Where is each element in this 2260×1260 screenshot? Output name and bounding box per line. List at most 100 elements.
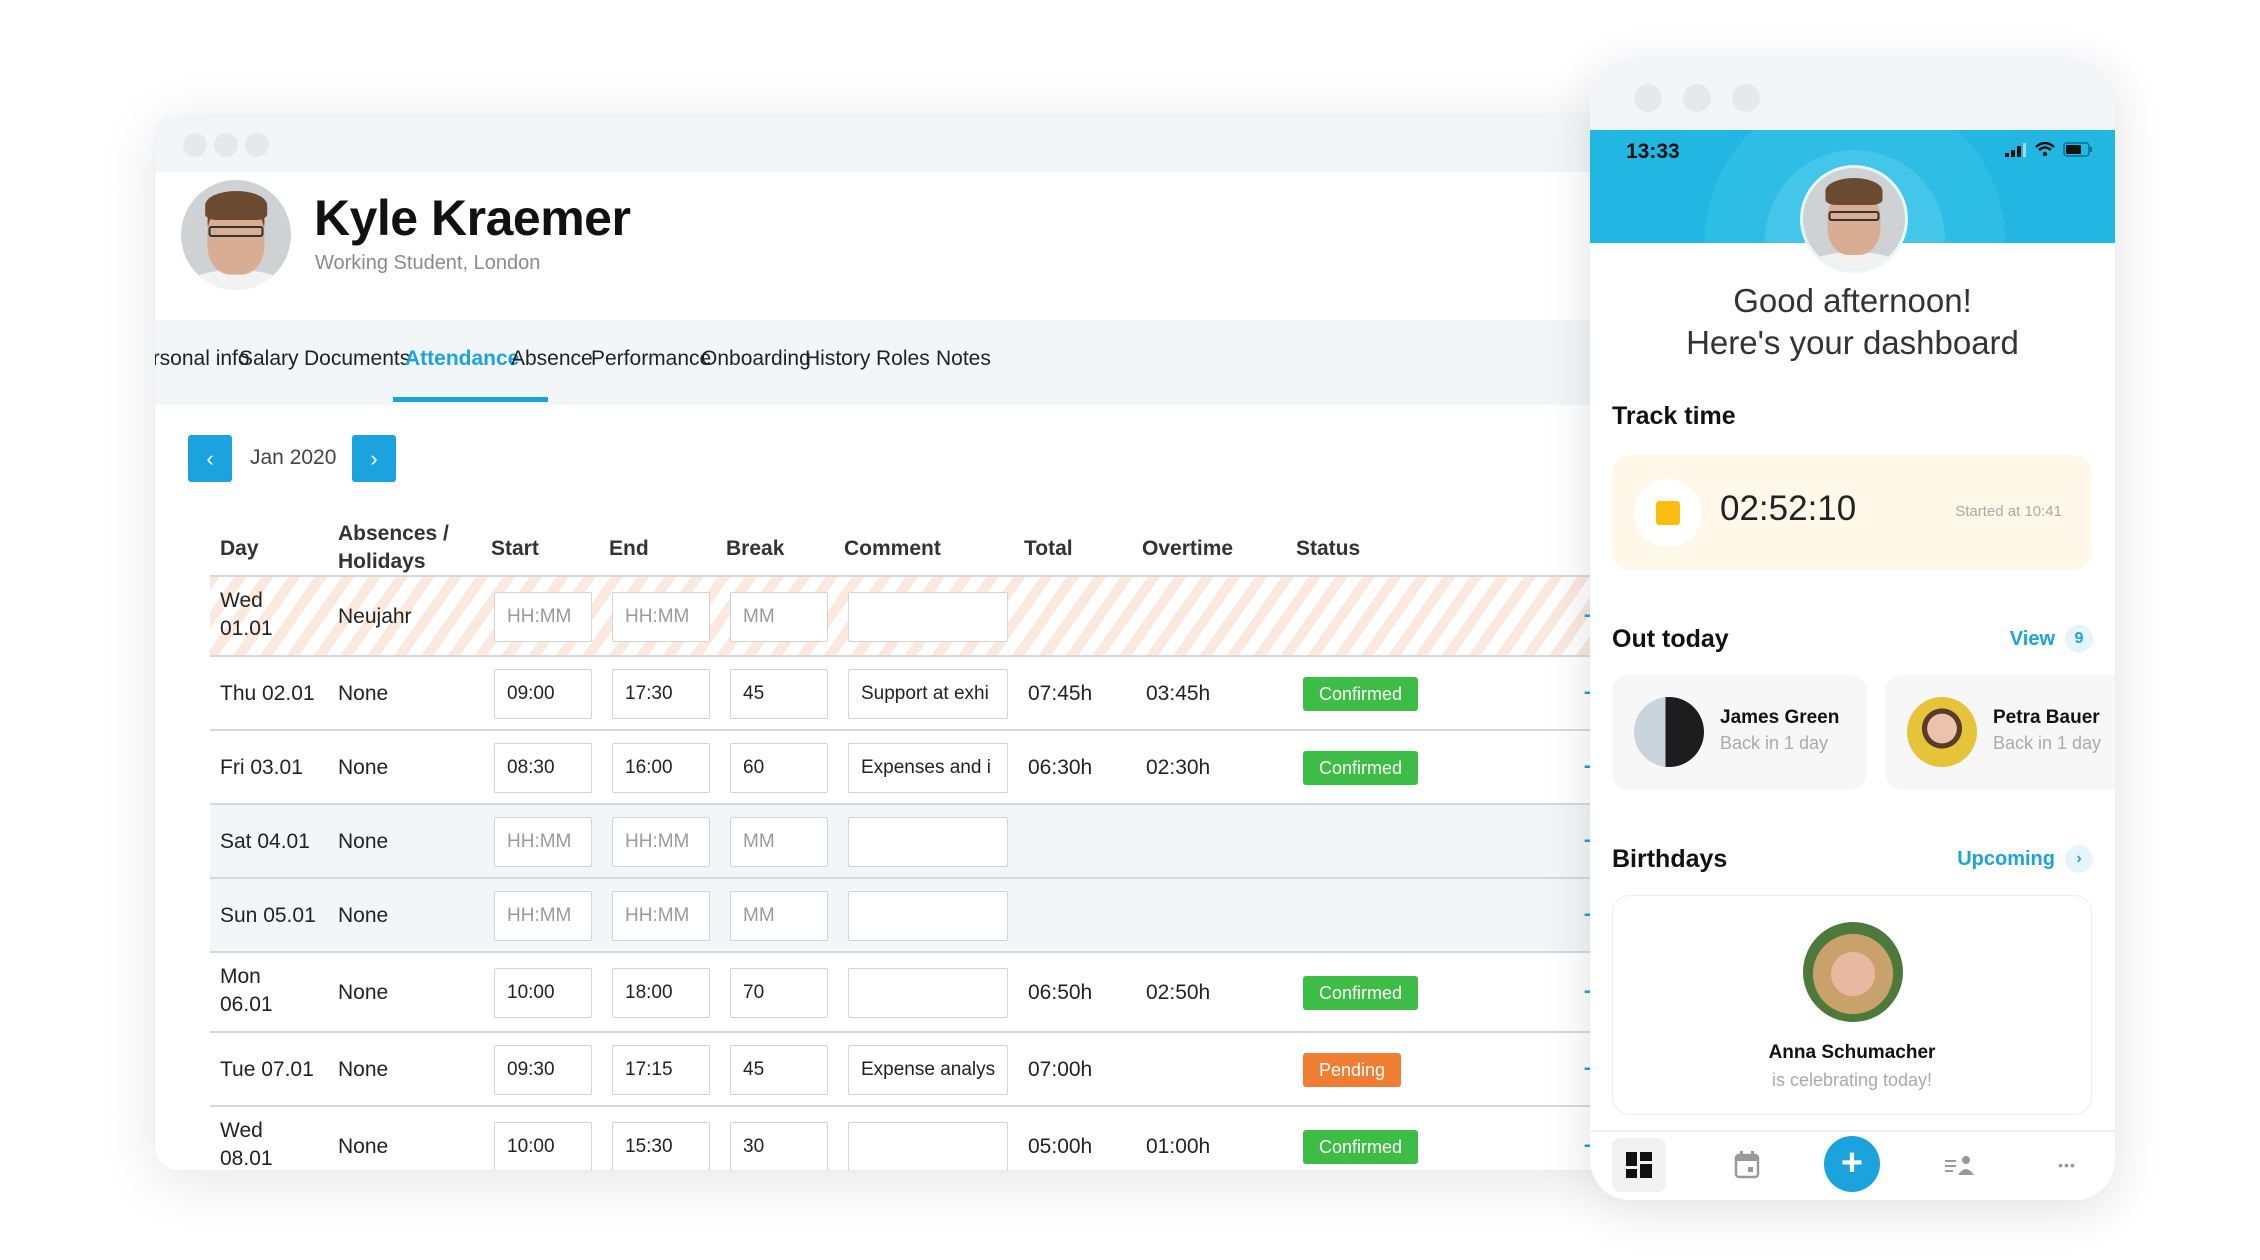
profile-header: Kyle Kraemer Working Student, London: [155, 172, 1615, 320]
row-overtime: 02:30h: [1146, 756, 1211, 779]
phone-dot: [1683, 84, 1711, 112]
break-input[interactable]: MM: [730, 817, 828, 867]
header-overtime: Overtime: [1142, 537, 1234, 560]
end-time-input[interactable]: 15:30: [612, 1122, 710, 1170]
row-absence: None: [338, 1135, 389, 1158]
break-input[interactable]: 60: [730, 743, 828, 793]
tab-roles[interactable]: Roles: [876, 347, 930, 371]
stop-timer-button[interactable]: [1634, 479, 1702, 547]
birthday-avatar: [1803, 922, 1903, 1022]
comment-input[interactable]: [848, 968, 1008, 1018]
status-icons: [2005, 142, 2093, 157]
end-time-input[interactable]: 17:30: [612, 669, 710, 719]
out-person-card[interactable]: James Green Back in 1 day: [1612, 675, 1867, 790]
nav-calendar[interactable]: [1720, 1138, 1774, 1192]
chevron-right-icon: ›: [370, 446, 378, 471]
comment-input[interactable]: Expenses and i: [848, 743, 1008, 793]
chevron-right-icon: ›: [2065, 845, 2093, 873]
status-time: 13:33: [1626, 140, 1680, 163]
end-time-input[interactable]: 17:15: [612, 1045, 710, 1095]
comment-input[interactable]: [848, 1122, 1008, 1170]
out-today-count: 9: [2065, 625, 2093, 653]
tab-attendance[interactable]: Attendance: [405, 347, 519, 371]
break-input[interactable]: 30: [730, 1122, 828, 1170]
comment-input[interactable]: [848, 891, 1008, 941]
tab-salary[interactable]: Salary: [239, 347, 299, 371]
end-time-input[interactable]: HH:MM: [612, 592, 710, 642]
row-date: 08.01: [220, 1147, 273, 1170]
row-day: Wed: [220, 589, 263, 612]
break-input[interactable]: MM: [730, 592, 828, 642]
header-start: Start: [491, 537, 539, 560]
birthday-card[interactable]: Anna Schumacher is celebrating today!: [1612, 895, 2092, 1115]
header-total: Total: [1024, 537, 1073, 560]
status-badge: Pending: [1303, 1053, 1402, 1087]
status-badge: Confirmed: [1303, 976, 1419, 1010]
tab-notes[interactable]: Notes: [936, 347, 991, 371]
tab-documents[interactable]: Documents: [304, 347, 410, 371]
window-titlebar: [155, 115, 1615, 172]
end-time-input[interactable]: HH:MM: [612, 891, 710, 941]
start-time-input[interactable]: HH:MM: [494, 592, 592, 642]
start-time-input[interactable]: HH:MM: [494, 891, 592, 941]
chevron-left-icon: ‹: [206, 446, 214, 471]
row-day: Tue 07.01: [220, 1058, 314, 1081]
start-time-input[interactable]: 09:00: [494, 669, 592, 719]
row-overtime: 02:50h: [1146, 981, 1211, 1004]
timer-started: Started at 10:41: [1955, 503, 2062, 520]
prev-month-button[interactable]: ‹: [188, 435, 232, 482]
comment-input[interactable]: Expense analys: [848, 1045, 1008, 1095]
end-time-input[interactable]: 18:00: [612, 968, 710, 1018]
window-dot-minimize[interactable]: [214, 133, 238, 157]
row-day: Sun 05.01: [220, 904, 316, 927]
header-absences-line1: Absences /: [338, 522, 449, 545]
break-input[interactable]: MM: [730, 891, 828, 941]
comment-input[interactable]: [848, 592, 1008, 642]
person-status: Back in 1 day: [1993, 733, 2102, 753]
break-input[interactable]: 45: [730, 1045, 828, 1095]
row-total: 05:00h: [1028, 1135, 1093, 1158]
next-month-button[interactable]: ›: [352, 435, 396, 482]
tab-performance[interactable]: Performance: [591, 347, 711, 371]
user-avatar[interactable]: [1800, 165, 1908, 273]
tab-onboarding[interactable]: Onboarding: [701, 347, 811, 371]
row-overtime: 01:00h: [1146, 1135, 1211, 1158]
comment-input[interactable]: Support at exhi: [848, 669, 1008, 719]
tab-history[interactable]: History: [805, 347, 870, 371]
start-time-input[interactable]: 10:00: [494, 968, 592, 1018]
start-time-input[interactable]: 10:00: [494, 1122, 592, 1170]
dashboard-icon: [1626, 1152, 1652, 1178]
start-time-input[interactable]: HH:MM: [494, 817, 592, 867]
break-input[interactable]: 45: [730, 669, 828, 719]
birthdays-upcoming-link[interactable]: Upcoming ›: [1957, 845, 2093, 873]
person-avatar: [1634, 697, 1704, 767]
add-button[interactable]: +: [1824, 1136, 1880, 1192]
window-dot-close[interactable]: [183, 133, 207, 157]
out-today-view-link[interactable]: View 9: [2010, 625, 2093, 653]
status-badge: Confirmed: [1303, 751, 1419, 785]
person-avatar: [1907, 697, 1977, 767]
end-time-input[interactable]: HH:MM: [612, 817, 710, 867]
row-total: 07:00h: [1028, 1058, 1093, 1081]
nav-people[interactable]: [1933, 1138, 1987, 1192]
person-name: Petra Bauer: [1993, 707, 2100, 728]
tab-personal-info[interactable]: Personal info: [155, 347, 250, 371]
comment-input[interactable]: [848, 817, 1008, 867]
wifi-icon: [2035, 142, 2055, 157]
upcoming-label: Upcoming: [1957, 847, 2055, 870]
row-day: Mon: [220, 965, 261, 988]
nav-dashboard[interactable]: [1612, 1138, 1666, 1192]
start-time-input[interactable]: 09:30: [494, 1045, 592, 1095]
start-time-input[interactable]: 08:30: [494, 743, 592, 793]
phone-dot: [1732, 84, 1760, 112]
window-dot-maximize[interactable]: [245, 133, 269, 157]
row-total: 06:30h: [1028, 756, 1093, 779]
nav-more[interactable]: •••: [2040, 1138, 2094, 1192]
break-input[interactable]: 70: [730, 968, 828, 1018]
out-person-card[interactable]: Petra Bauer Back in 1 day: [1885, 675, 2115, 790]
out-today-title: Out today: [1612, 625, 1729, 653]
row-absence: Neujahr: [338, 605, 412, 628]
greeting-line1: Good afternoon!: [1733, 282, 1972, 319]
end-time-input[interactable]: 16:00: [612, 743, 710, 793]
tab-absence[interactable]: Absence: [511, 347, 593, 371]
